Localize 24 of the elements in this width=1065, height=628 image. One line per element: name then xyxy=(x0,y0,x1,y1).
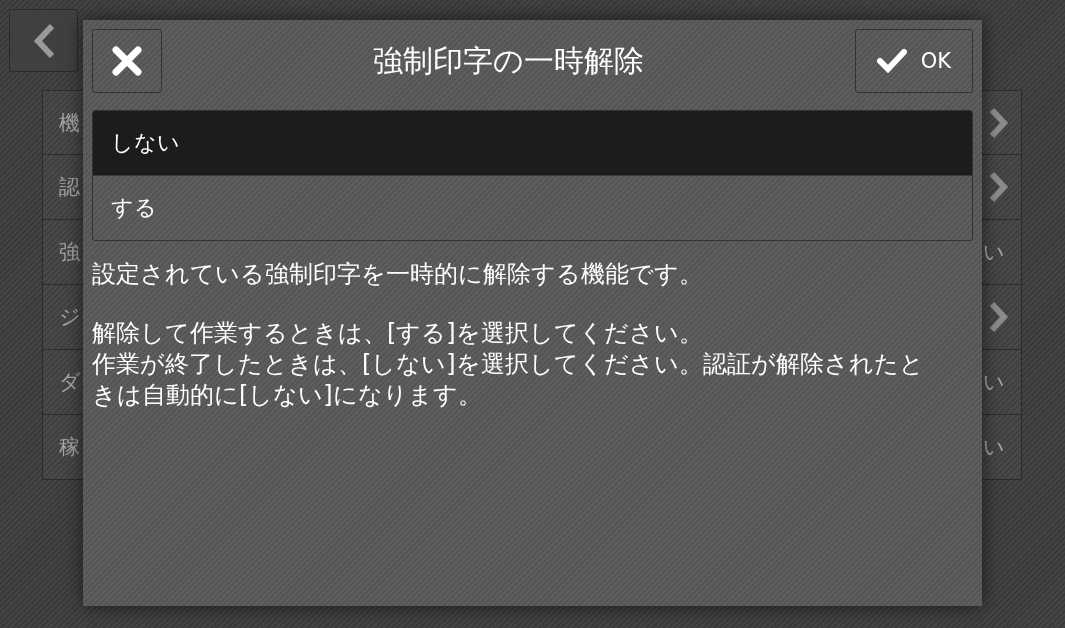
description-text: 解除して作業するときは、[する]を選択してください。 xyxy=(92,318,704,349)
ok-button[interactable]: OK xyxy=(855,29,973,93)
dialog-title: 強制印字の一時解除 xyxy=(372,41,645,80)
row-value: い xyxy=(983,434,1005,461)
option-item[interactable]: する xyxy=(93,175,972,240)
row-label: 稼 xyxy=(59,434,80,461)
chevron-right-icon xyxy=(989,106,1009,139)
close-button[interactable] xyxy=(92,29,162,93)
chevron-right-icon xyxy=(989,301,1009,333)
row-label: ジ xyxy=(59,304,81,331)
row-value: い xyxy=(983,369,1005,396)
row-label: 認 xyxy=(59,174,80,201)
row-label: ダ xyxy=(59,369,81,396)
checkmark-icon xyxy=(876,49,907,73)
back-button[interactable] xyxy=(9,9,78,72)
close-icon xyxy=(111,45,143,77)
description-text: 作業が終了したときは、[しない]を選択してください。認証が解除されたときは自動的に[しない]になります。 xyxy=(92,349,925,411)
chevron-left-icon xyxy=(31,22,56,59)
row-label: 強 xyxy=(59,239,80,266)
description-text: 設定されている強制印字を一時的に解除する機能です。 xyxy=(92,259,704,290)
option-item[interactable]: しない xyxy=(93,111,972,175)
row-value: い xyxy=(983,239,1005,266)
row-label: 機 xyxy=(59,109,80,137)
chevron-right-icon xyxy=(989,171,1009,203)
